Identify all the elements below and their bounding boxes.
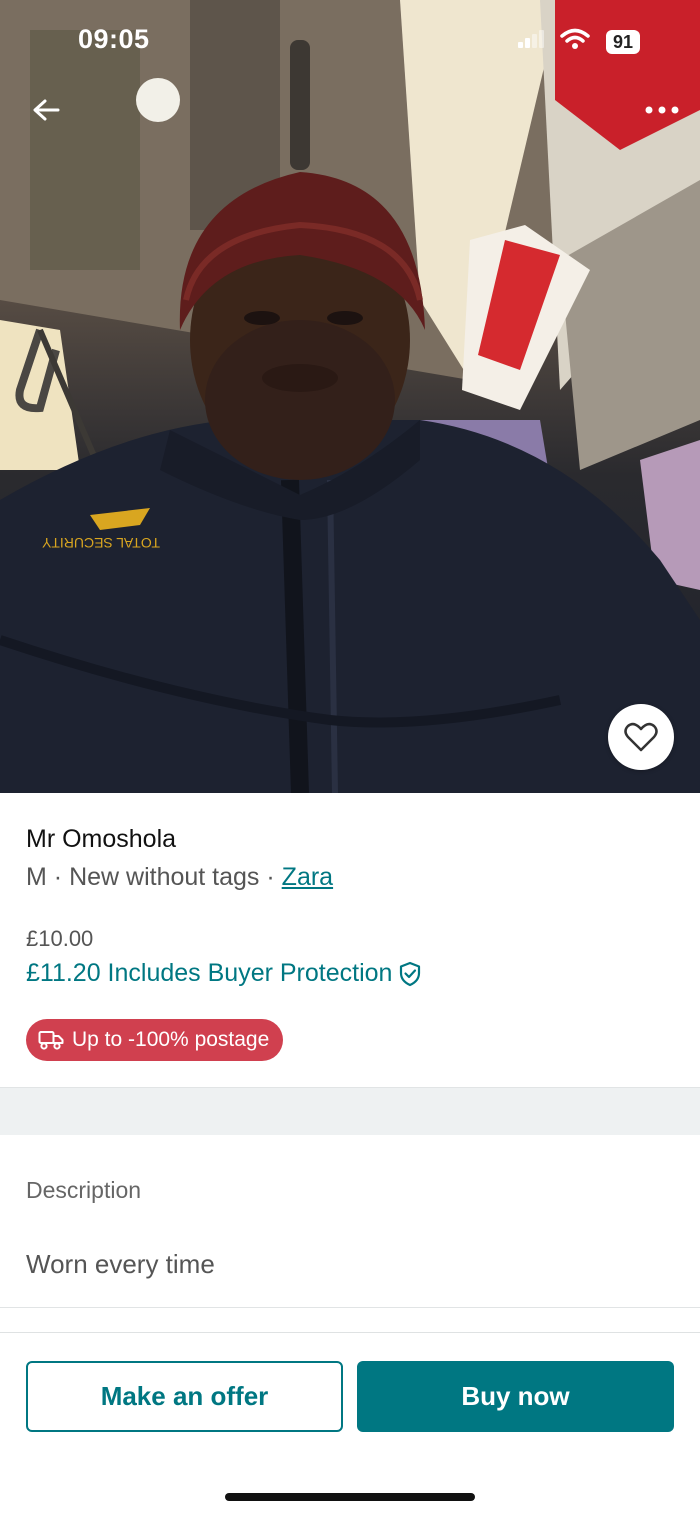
item-meta: M · New without tags · Zara — [26, 863, 333, 892]
heart-icon — [624, 722, 658, 752]
meta-separator: · — [53, 863, 63, 891]
total-price-text: £11.20 Includes Buyer Protection — [26, 959, 393, 987]
item-condition: New without tags — [69, 863, 260, 891]
promo-label: Up to -100% postage — [72, 1028, 270, 1051]
jacket-logo-text: TOTAL SECURITY — [41, 535, 160, 551]
truck-icon — [38, 1031, 64, 1050]
item-size: M — [26, 863, 47, 891]
total-price-link[interactable]: £11.20 Includes Buyer Protection — [26, 959, 422, 988]
status-indicators: 91 — [517, 28, 640, 55]
buy-now-button[interactable]: Buy now — [357, 1361, 674, 1432]
description-text: Worn every time — [26, 1249, 215, 1279]
description-heading: Description — [26, 1177, 142, 1203]
status-time: 09:05 — [78, 24, 150, 54]
shield-check-icon — [400, 961, 421, 986]
back-button[interactable] — [22, 86, 70, 134]
battery-icon: 91 — [605, 29, 640, 54]
section-divider — [0, 1087, 700, 1135]
meta-separator: · — [266, 863, 275, 891]
item-price: £10.00 — [26, 926, 94, 951]
favourite-button[interactable] — [608, 704, 674, 770]
more-dots-icon — [645, 106, 679, 114]
more-options-button[interactable] — [638, 86, 686, 134]
home-indicator[interactable] — [225, 1493, 475, 1501]
item-details: Mr Omoshola M · New without tags · Zara … — [0, 793, 700, 1087]
postage-promo-badge: Up to -100% postage — [26, 1019, 284, 1061]
item-photo[interactable]: TOTAL SECURITY 09:05 91 — [0, 0, 700, 793]
photo-scene: TOTAL SECURITY — [0, 0, 700, 793]
cellular-icon — [517, 30, 544, 53]
action-bar: Make an offer Buy now — [0, 1332, 700, 1514]
description-section: Description Worn every time — [0, 1135, 700, 1308]
make-offer-button[interactable]: Make an offer — [26, 1361, 343, 1432]
item-title: Mr Omoshola — [26, 825, 177, 853]
back-arrow-icon — [33, 99, 60, 121]
wifi-icon — [560, 28, 590, 55]
brand-link[interactable]: Zara — [282, 863, 333, 891]
